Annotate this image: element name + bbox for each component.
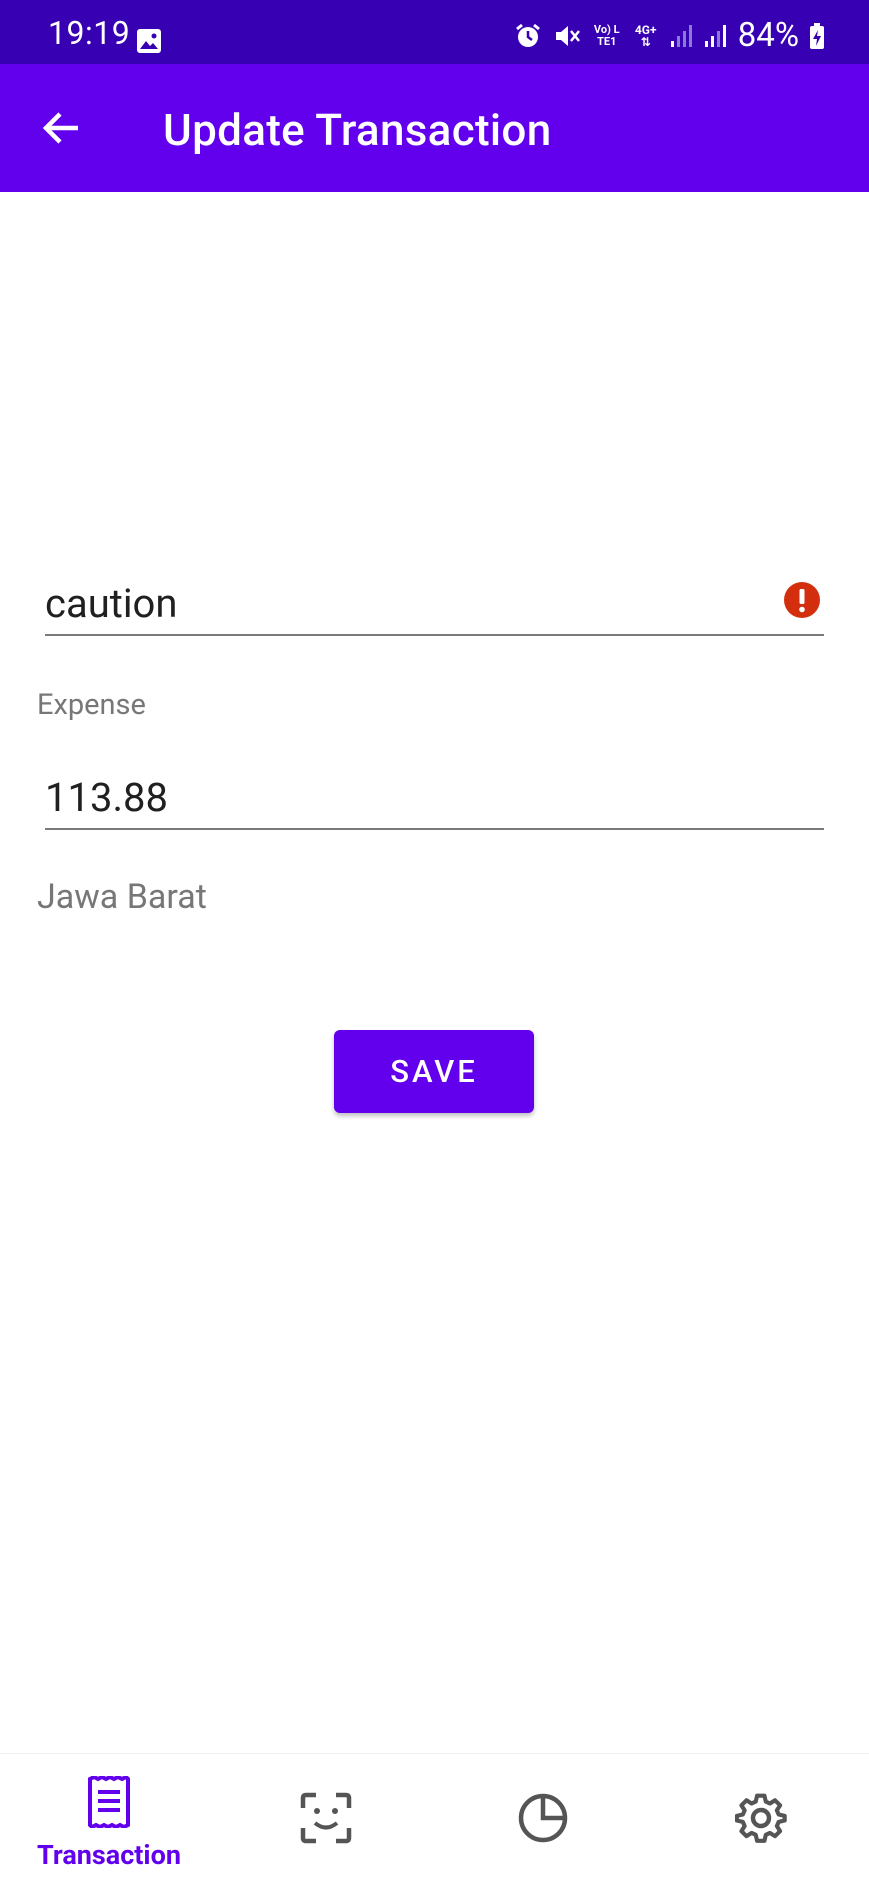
- arrow-back-icon: [42, 112, 78, 144]
- status-time: 19:19: [48, 14, 131, 52]
- app-bar: Update Transaction: [0, 64, 869, 192]
- face-scan-icon: [300, 1792, 351, 1844]
- nav-label-transaction: Transaction: [37, 1839, 181, 1871]
- status-bar: 19:19 Vo) LTE1 4G+ ⇅ 84%: [0, 0, 869, 64]
- battery-percent: 84%: [737, 16, 799, 55]
- battery-charging-icon: [810, 22, 824, 49]
- amount-field[interactable]: 113.88: [45, 764, 824, 830]
- gear-icon: [734, 1793, 787, 1843]
- nav-item-scan[interactable]: [217, 1754, 434, 1883]
- error-icon: [784, 582, 820, 618]
- page-title: Update Transaction: [163, 104, 552, 156]
- receipt-icon: [87, 1776, 130, 1828]
- volte-indicator: Vo) LTE1: [593, 22, 620, 48]
- network-4g-indicator: 4G+ ⇅: [634, 22, 657, 49]
- nav-item-statistics[interactable]: [434, 1754, 651, 1883]
- gallery-icon: [137, 29, 161, 53]
- nav-item-transaction[interactable]: Transaction: [0, 1754, 217, 1883]
- pie-chart-icon: [518, 1793, 567, 1843]
- signal-icon: [704, 24, 726, 47]
- location-label: Jawa Barat: [37, 877, 207, 917]
- save-button[interactable]: SAVE: [334, 1030, 534, 1113]
- transaction-type-label: Expense: [37, 688, 146, 722]
- bottom-navigation: Transaction: [0, 1753, 869, 1883]
- back-button[interactable]: [36, 100, 88, 156]
- amount-input-value: 113.88: [45, 774, 168, 821]
- signal-icon: [670, 24, 692, 47]
- nav-item-settings[interactable]: [652, 1754, 869, 1883]
- mute-icon: [555, 25, 580, 46]
- description-input-value: caution: [45, 580, 178, 627]
- status-icons: Vo) LTE1 4G+ ⇅ 84%: [514, 16, 825, 55]
- description-field[interactable]: caution: [45, 570, 824, 636]
- alarm-icon: [515, 23, 540, 47]
